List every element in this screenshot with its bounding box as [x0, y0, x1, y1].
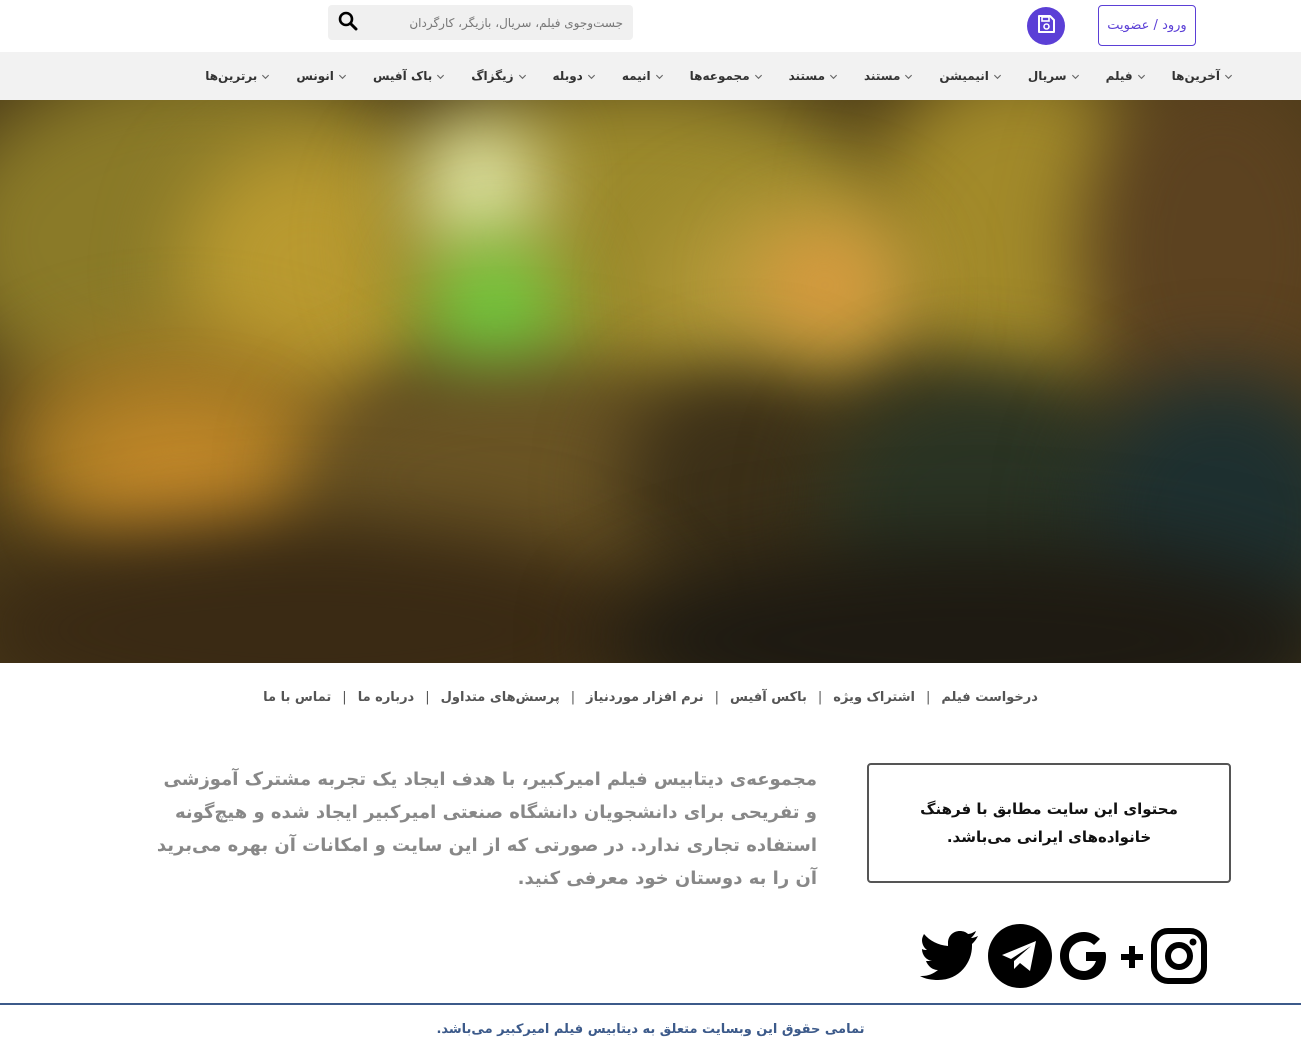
family-content-notice: محتوای این سایت مطابق با فرهنگ خانواده‌ه… [867, 763, 1231, 883]
nav-item-animation[interactable]: انیمیشن [926, 52, 1014, 100]
footer-link-about[interactable]: درباره ما [347, 690, 426, 705]
chevron-down-icon [993, 74, 1001, 79]
footer-link-faq[interactable]: پرسش‌های متداول [430, 690, 571, 705]
footer-links: درخواست فیلم | اشتراک ویژه | باکس آفیس |… [0, 683, 1301, 711]
nav-list: آخرین‌ها فیلم سریال انیمیشن مستند مستند … [192, 52, 1246, 100]
nav-item-documentary-2[interactable]: مستند [776, 52, 851, 100]
chevron-down-icon [1071, 74, 1079, 79]
top-header: ورود / عضویت [0, 0, 1301, 52]
login-register-label: ورود / عضویت [1107, 18, 1187, 33]
search-icon [338, 11, 358, 35]
nav-item-label: فیلم [1105, 69, 1133, 83]
chevron-down-icon [518, 74, 526, 79]
nav-item-label: باک آفیس [372, 69, 433, 83]
about-description: مجموعه‌ی دیتابیس فیلم امیرکبیر، با هدف ا… [156, 769, 817, 889]
separator: | [425, 689, 430, 705]
nav-item-label: انیمه [621, 69, 651, 83]
footer-link-request-movie[interactable]: درخواست فیلم [930, 690, 1049, 705]
footer-link-contact[interactable]: تماس با ما [252, 690, 342, 705]
nav-item-dubbed[interactable]: دوبله [540, 52, 609, 100]
twitter-icon[interactable] [920, 930, 980, 980]
nav-item-label: مستند [864, 69, 901, 83]
nav-item-label: مستند [788, 69, 825, 83]
separator: | [925, 689, 931, 705]
nav-item-anime[interactable]: انیمه [609, 52, 677, 100]
nav-item-series[interactable]: سریال [1015, 52, 1093, 100]
chevron-down-icon [754, 74, 762, 79]
chevron-down-icon [905, 74, 913, 79]
nav-item-movie[interactable]: فیلم [1093, 52, 1159, 100]
nav-item-label: انیمیشن [939, 69, 989, 83]
nav-item-trailers[interactable]: انونس [283, 52, 360, 100]
google-plus-icon[interactable] [1058, 928, 1146, 984]
nav-item-label: زیگزاگ [471, 69, 514, 83]
save-icon [1036, 14, 1056, 38]
copyright-text: تمامی حقوق این وبسایت متعلق به دیتابیس ف… [436, 1022, 865, 1037]
main-nav: آخرین‌ها فیلم سریال انیمیشن مستند مستند … [0, 52, 1301, 100]
nav-item-label: سریال [1027, 69, 1067, 83]
footer-link-software[interactable]: نرم افزار موردنیاز [575, 690, 714, 705]
social-icons [920, 922, 1210, 988]
nav-item-label: انونس [296, 69, 334, 83]
chevron-down-icon [655, 74, 663, 79]
separator: | [714, 689, 720, 705]
footer-link-box-office[interactable]: باکس آفیس [719, 690, 818, 705]
telegram-icon[interactable] [987, 923, 1053, 989]
nav-item-latest[interactable]: آخرین‌ها [1159, 52, 1246, 100]
chevron-down-icon [437, 74, 445, 79]
separator: | [817, 689, 823, 705]
nav-item-label: برترین‌ها [205, 69, 258, 83]
chevron-down-icon [587, 74, 595, 79]
instagram-icon[interactable] [1151, 928, 1207, 984]
nav-item-collections[interactable]: مجموعه‌ها [677, 52, 776, 100]
chevron-down-icon [1137, 74, 1145, 79]
hero-background-image [0, 100, 1301, 663]
nav-item-zigzag[interactable]: زیگزاگ [458, 52, 539, 100]
nav-item-box-office[interactable]: باک آفیس [360, 52, 458, 100]
footer-divider [0, 1003, 1301, 1005]
footer-link-subscription[interactable]: اشتراک ویژه [822, 690, 926, 705]
search-input[interactable] [368, 5, 633, 40]
chevron-down-icon [1224, 74, 1233, 79]
chevron-down-icon [829, 74, 838, 79]
login-register-button[interactable]: ورود / عضویت [1098, 5, 1196, 46]
nav-item-label: دوبله [552, 69, 583, 83]
notice-text: محتوای این سایت مطابق با فرهنگ خانواده‌ه… [920, 800, 1178, 846]
separator: | [570, 689, 576, 705]
separator: | [342, 689, 347, 705]
save-button[interactable] [1027, 7, 1065, 45]
nav-item-label: مجموعه‌ها [689, 69, 750, 83]
nav-item-top-rated[interactable]: برترین‌ها [192, 52, 283, 100]
chevron-down-icon [262, 74, 270, 79]
search-box [328, 5, 633, 40]
nav-item-documentary[interactable]: مستند [851, 52, 926, 100]
chevron-down-icon [338, 74, 346, 79]
nav-item-label: آخرین‌ها [1171, 69, 1220, 83]
search-button[interactable] [328, 5, 368, 40]
